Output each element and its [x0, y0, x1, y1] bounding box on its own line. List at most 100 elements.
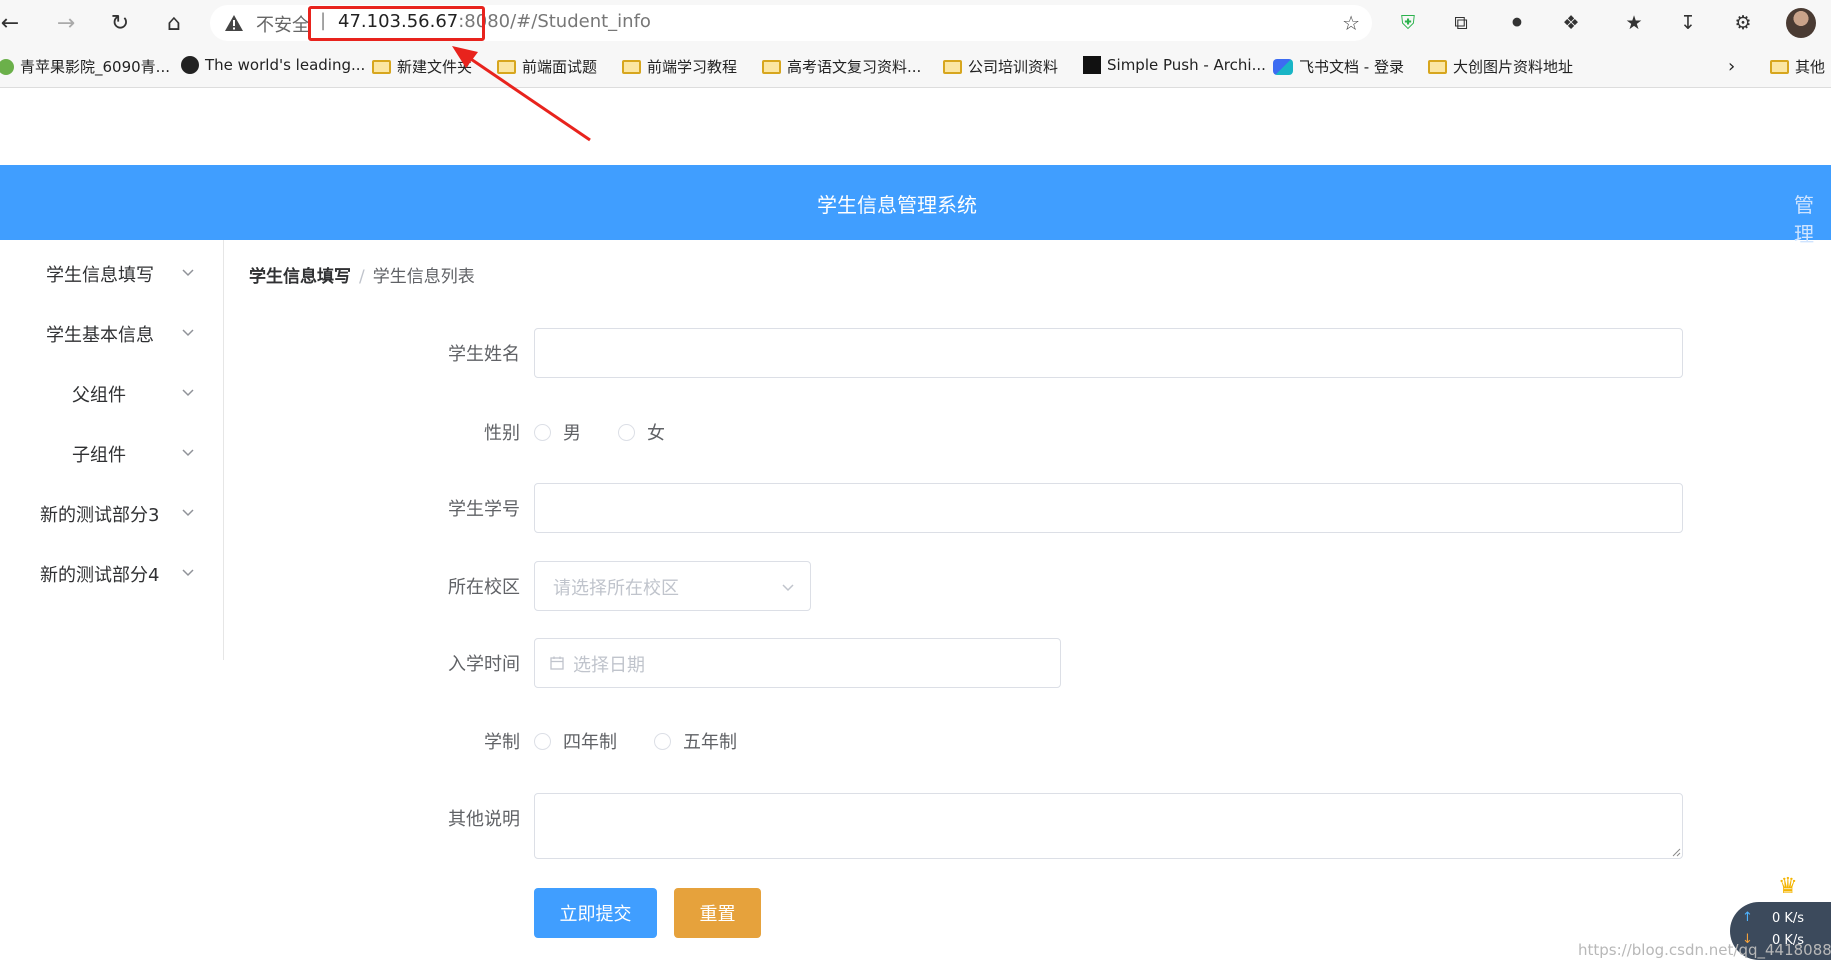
lightbulb-icon[interactable]: ⚫ — [1502, 8, 1532, 38]
bookmark-5[interactable]: 高考语文复习资料... — [762, 56, 921, 77]
radio-label: 五年制 — [683, 732, 737, 753]
other-notes-label: 其他说明 — [448, 809, 520, 830]
security-label[interactable]: 不安全 — [256, 11, 310, 37]
bookmark-2[interactable]: 新建文件夹 — [372, 56, 472, 77]
home-icon[interactable]: ⌂ — [158, 7, 190, 39]
other-notes-textarea[interactable] — [534, 793, 1683, 859]
sidebar-item-parent-component[interactable]: 父组件 — [0, 366, 223, 422]
bookmark-0[interactable]: 青苹果影院_6090青... — [0, 56, 170, 77]
bookmark-7[interactable]: Simple Push - Archi... — [1083, 56, 1266, 74]
enroll-date-picker[interactable]: 选择日期 — [534, 638, 1061, 688]
bookmark-8[interactable]: 飞书文档 - 登录 — [1273, 56, 1404, 77]
bookmark-label: 其他 — [1795, 58, 1826, 76]
app-title: 学生信息管理系统 — [817, 193, 977, 217]
performance-icon[interactable]: ⚙ — [1728, 8, 1758, 38]
other-bookmarks[interactable]: 其他 — [1770, 56, 1825, 77]
bookmark-label: 前端面试题 — [522, 58, 598, 76]
sidebar-item-label: 学生信息填写 — [46, 265, 154, 286]
bookmark-label: 公司培训资料 — [968, 58, 1059, 76]
bookmark-1[interactable]: The world's leading... — [181, 56, 365, 74]
radio-label: 女 — [647, 423, 665, 444]
browser-toolbar: ← → ↻ ⌂ 不安全 | 47.103.56.67:8080/#/Studen… — [0, 0, 1831, 46]
breadcrumb-item-student-info-fill[interactable]: 学生信息填写 — [249, 267, 351, 287]
sidebar-item-test-part-4[interactable]: 新的测试部分4 — [0, 546, 223, 602]
chevron-down-icon — [182, 329, 194, 337]
chevron-down-icon — [182, 569, 194, 577]
bookmarks-bar: 青苹果影院_6090青... The world's leading... 新建… — [0, 46, 1831, 88]
school-system-radio-five[interactable]: 五年制 — [654, 728, 737, 754]
bookmark-label: The world's leading... — [205, 56, 366, 74]
extensions-icon[interactable]: ❖ — [1556, 8, 1586, 38]
chevron-down-icon — [782, 584, 794, 592]
student-id-label: 学生学号 — [448, 499, 520, 520]
chevron-right-icon[interactable]: › — [1728, 56, 1735, 77]
enroll-date-label: 入学时间 — [448, 654, 520, 675]
gender-radio-female[interactable]: 女 — [618, 419, 665, 445]
annotation-highlight-box — [308, 6, 485, 41]
upload-arrow-icon: ↑ — [1742, 910, 1753, 925]
folder-icon — [372, 59, 391, 74]
bookmark-9[interactable]: 大创图片资料地址 — [1428, 56, 1573, 77]
student-name-label: 学生姓名 — [448, 344, 520, 365]
add-favorite-icon[interactable]: ☆ — [1342, 11, 1360, 35]
bookmark-label: 飞书文档 - 登录 — [1299, 58, 1404, 76]
reset-button[interactable]: 重置 — [674, 888, 761, 938]
school-system-radio-four[interactable]: 四年制 — [534, 728, 617, 754]
back-icon[interactable]: ← — [0, 7, 26, 39]
folder-icon — [622, 59, 641, 74]
sidebar-item-student-info-fill[interactable]: 学生信息填写 — [0, 246, 223, 302]
radio-circle — [534, 423, 551, 441]
app-header: 学生信息管理系统 管理 — [0, 165, 1831, 246]
chevron-down-icon — [182, 509, 194, 517]
watermark: https://blog.csdn.net/qq_44180888 — [1578, 941, 1831, 959]
leaf-icon — [0, 58, 14, 75]
chevron-down-icon — [182, 449, 194, 457]
refresh-icon[interactable]: ↻ — [104, 7, 136, 39]
bookmark-label: 高考语文复习资料... — [787, 58, 922, 76]
warning-icon — [225, 15, 243, 31]
folder-icon — [762, 59, 781, 74]
sidebar-item-label: 新的测试部分4 — [40, 565, 160, 586]
sidebar-item-label: 新的测试部分3 — [40, 505, 160, 526]
breadcrumb-separator: / — [359, 267, 365, 287]
admin-link[interactable]: 管理 — [1794, 189, 1831, 247]
vip-crown-icon: ♛ — [1778, 874, 1798, 899]
radio-circle — [534, 732, 551, 750]
breadcrumb-item-student-list: 学生信息列表 — [372, 267, 475, 287]
bookmark-label: 青苹果影院_6090青... — [20, 58, 170, 76]
simplepush-icon — [1083, 56, 1101, 74]
download-icon[interactable]: ↧ — [1673, 8, 1703, 38]
sidebar-item-student-basic-info[interactable]: 学生基本信息 — [0, 306, 223, 362]
enroll-date-placeholder: 选择日期 — [573, 655, 645, 676]
radio-circle — [654, 732, 671, 750]
chevron-down-icon — [182, 389, 194, 397]
bookmark-label: 新建文件夹 — [397, 58, 473, 76]
gender-radio-male[interactable]: 男 — [534, 419, 581, 445]
feishu-icon — [1273, 58, 1293, 75]
sidebar-item-test-part-3[interactable]: 新的测试部分3 — [0, 486, 223, 542]
campus-select[interactable]: 请选择所在校区 — [534, 561, 811, 611]
sidebar-item-label: 学生基本信息 — [46, 325, 154, 346]
student-name-input[interactable] — [534, 328, 1683, 378]
sidebar-item-label: 子组件 — [72, 445, 126, 466]
student-id-input[interactable] — [534, 483, 1683, 533]
forward-icon[interactable]: → — [50, 7, 82, 39]
radio-label: 四年制 — [563, 732, 617, 753]
profile-avatar[interactable] — [1786, 8, 1816, 38]
folder-icon — [1770, 59, 1789, 74]
bookmark-6[interactable]: 公司培训资料 — [943, 56, 1058, 77]
bookmark-4[interactable]: 前端学习教程 — [622, 56, 737, 77]
gender-label: 性别 — [484, 423, 520, 444]
resize-handle-icon[interactable] — [1671, 847, 1681, 857]
calendar-icon — [550, 656, 564, 670]
collections-icon[interactable]: ⧉ — [1446, 8, 1476, 38]
bookmark-3[interactable]: 前端面试题 — [497, 56, 597, 77]
submit-button[interactable]: 立即提交 — [534, 888, 657, 938]
shield-icon[interactable]: ⛨ — [1393, 8, 1423, 38]
favorites-icon[interactable]: ★ — [1619, 8, 1649, 38]
github-icon — [181, 56, 199, 74]
campus-placeholder: 请选择所在校区 — [553, 578, 679, 599]
sidebar: 学生信息填写 学生基本信息 父组件 子组件 新的测试部分3 新的测试部分4 — [0, 240, 224, 660]
radio-circle — [618, 423, 635, 441]
sidebar-item-child-component[interactable]: 子组件 — [0, 426, 223, 482]
